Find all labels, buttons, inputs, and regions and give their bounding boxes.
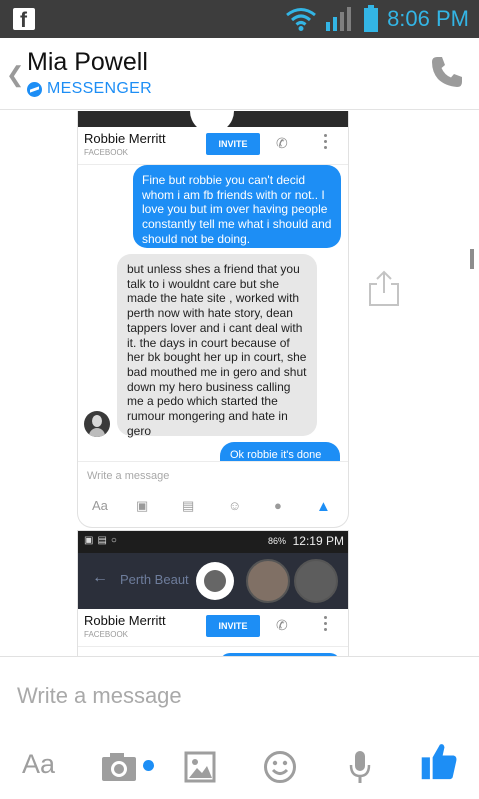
contact-name[interactable]: Mia Powell: [27, 48, 148, 77]
wifi-icon: [286, 8, 316, 31]
battery-icon: [364, 5, 379, 32]
messenger-icon: [27, 81, 42, 97]
conversation-header: ❮ Mia Powell MESSENGER: [0, 38, 479, 110]
screenshot-compose-bar: Write a message Aa ▣ ▤ ☺ ● ▲: [78, 461, 348, 527]
screenshot-2-nav-bar: ← Perth Beaut: [78, 553, 348, 609]
screenshot-mic-icon: ●: [274, 498, 282, 513]
conversation-thread[interactable]: Robbie Merritt FACEBOOK INVITE ✆ Fine bu…: [0, 111, 479, 656]
facebook-notification-icon: f: [13, 8, 35, 32]
screenshot-phone-icon: ✆: [276, 135, 288, 151]
like-thumbs-up-icon[interactable]: [418, 741, 460, 781]
screenshot-2-header: Robbie Merritt FACEBOOK INVITE ✆: [78, 609, 348, 647]
status-bar-right: 8:06 PM: [285, 5, 469, 33]
screenshot-avatar: [84, 411, 110, 437]
text-format-aa-icon[interactable]: Aa: [22, 749, 55, 789]
screenshot-emoji-icon: ☺: [228, 498, 242, 513]
screenshot-compose-placeholder: Write a message: [87, 470, 170, 482]
screenshot-aa-icon: Aa: [92, 498, 108, 513]
messenger-label: MESSENGER: [27, 80, 152, 98]
screenshot-2-status-bar: ▣▤○ 86% 12:19 PM: [78, 531, 348, 553]
incoming-message-bubble: but unless shes a friend that you talk t…: [117, 254, 317, 438]
shared-screenshot-image[interactable]: Robbie Merritt FACEBOOK INVITE ✆ Fine bu…: [78, 111, 348, 527]
screenshot-invite-button: INVITE: [206, 133, 260, 155]
screenshot-more-icon: [324, 131, 328, 152]
compose-bar: Aa: [0, 656, 479, 799]
camera-active-dot-icon: [143, 760, 154, 771]
status-time: 8:06 PM: [387, 6, 469, 31]
status-bar: f 8:06 PM: [0, 0, 479, 38]
phone-call-icon[interactable]: [429, 54, 465, 90]
screenshot-2-nav-title: Perth Beaut: [120, 572, 189, 587]
screenshot-top-strip: [78, 111, 348, 133]
messenger-label-text: MESSENGER: [47, 80, 152, 97]
screenshot-2-phone-icon: ✆: [276, 617, 288, 633]
scrollbar-thumb[interactable]: [470, 249, 474, 269]
gallery-image-icon[interactable]: [184, 747, 216, 787]
screenshot-contact-name: Robbie Merritt: [84, 131, 166, 146]
share-icon[interactable]: [366, 269, 402, 307]
screenshot-like-icon: ▲: [316, 498, 331, 515]
screenshot-2-contact-name: Robbie Merritt: [84, 613, 166, 628]
screenshot-2-invite-button: INVITE: [206, 615, 260, 637]
microphone-icon[interactable]: [348, 747, 372, 787]
screenshot-2-time: 12:19 PM: [292, 534, 344, 548]
screenshot-2-messenger-icon: [196, 562, 234, 600]
screenshot-image-icon: ▤: [182, 498, 195, 513]
screenshot-2-notification-icons: ▣▤○: [84, 535, 121, 546]
screenshot-2-avatar: [246, 559, 290, 603]
camera-icon[interactable]: [100, 747, 140, 787]
screenshot-contact-source: FACEBOOK: [84, 148, 129, 157]
emoji-icon[interactable]: [263, 747, 297, 787]
outgoing-message-peek: Ok robbie it's done: [220, 442, 340, 462]
screenshot-2-contact-source: FACEBOOK: [84, 630, 129, 639]
screenshot-compose-tools: Aa ▣ ▤ ☺ ● ▲: [78, 498, 348, 520]
screenshot-2-avatar: [294, 559, 338, 603]
screenshot-2-more-icon: [324, 613, 328, 634]
screenshot-camera-icon: ▣: [136, 498, 149, 513]
screenshot-2-battery: 86%: [267, 536, 286, 546]
message-input[interactable]: [17, 680, 417, 712]
screenshot-header: Robbie Merritt FACEBOOK INVITE ✆: [78, 127, 348, 165]
back-chevron-icon[interactable]: ❮: [6, 62, 24, 88]
outgoing-message-bubble: Fine but robbie you can't decid whom i a…: [133, 165, 341, 248]
screenshot-2-back-arrow-icon: ←: [92, 569, 108, 586]
signal-icon: [326, 7, 352, 31]
shared-screenshot-image-2[interactable]: ▣▤○ 86% 12:19 PM ← Perth Beaut Robbie Me…: [78, 531, 348, 656]
